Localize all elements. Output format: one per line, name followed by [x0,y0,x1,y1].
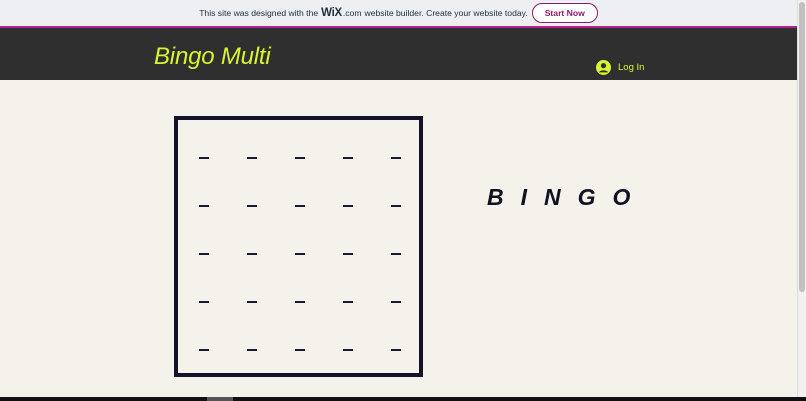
login-label: Log In [618,62,645,73]
bingo-cell[interactable] [295,301,305,303]
start-now-button[interactable]: Start Now [531,3,598,23]
bingo-cell[interactable] [295,205,305,207]
login-button[interactable]: Log In [596,60,644,75]
bingo-cell[interactable] [247,205,257,207]
bingo-cell[interactable] [391,205,401,207]
bingo-cell[interactable] [199,157,209,159]
horizontal-scrollbar-thumb[interactable] [207,397,233,401]
bingo-cell[interactable] [295,157,305,159]
bingo-cell[interactable] [295,349,305,351]
bingo-cell[interactable] [247,157,257,159]
bingo-board [174,116,423,377]
page: This site was designed with the WiX .com… [0,0,806,401]
bingo-cell[interactable] [343,205,353,207]
wix-banner: This site was designed with the WiX .com… [0,0,797,28]
bingo-cell[interactable] [343,349,353,351]
bingo-title: BINGO [487,184,648,210]
wix-logo-suffix: .com [342,8,362,18]
bingo-cell[interactable] [247,253,257,255]
bingo-cell[interactable] [199,301,209,303]
bingo-cell[interactable] [199,349,209,351]
banner-text-before: This site was designed with the [199,8,319,18]
bingo-cell[interactable] [247,349,257,351]
bingo-cell[interactable] [391,157,401,159]
bingo-cell[interactable] [391,253,401,255]
bingo-cell[interactable] [391,349,401,351]
bingo-cell[interactable] [343,301,353,303]
bingo-cell[interactable] [343,157,353,159]
site-header: Bingo Multi Log In [0,28,797,80]
bingo-cell[interactable] [247,301,257,303]
wix-banner-message: This site was designed with the WiX .com… [199,7,528,19]
bingo-cell[interactable] [295,253,305,255]
bottom-edge-bar [0,397,806,401]
scrollbar-thumb[interactable] [799,2,805,292]
wix-logo: WiX [321,7,342,19]
user-avatar-icon [596,60,611,75]
bingo-cell[interactable] [343,253,353,255]
bingo-cell[interactable] [199,253,209,255]
bingo-cell[interactable] [199,205,209,207]
vertical-scrollbar[interactable] [797,0,806,398]
bingo-cell[interactable] [391,301,401,303]
banner-text-after: website builder. Create your website tod… [364,8,528,18]
site-title[interactable]: Bingo Multi [154,43,271,71]
